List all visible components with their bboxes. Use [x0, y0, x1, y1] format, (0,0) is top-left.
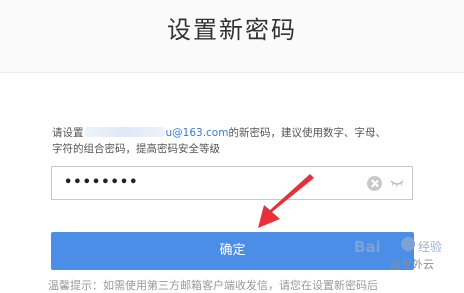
- watermark-logo-text: Bai: [354, 238, 381, 256]
- desc-line2: 字符的组合密码，提高密码安全等级: [52, 143, 220, 155]
- blurred-email-username: [84, 127, 165, 137]
- eye-closed-icon[interactable]: [390, 180, 404, 187]
- red-arrow-annotation: [258, 174, 314, 228]
- email-domain: u@163.com: [165, 127, 229, 139]
- password-value[interactable]: ••••••••: [64, 175, 138, 190]
- password-instructions: 请设置 u@163.com的新密码，建议使用数字、字母、 字符的组合密码，提高密码…: [52, 125, 432, 157]
- watermark-site: 经验: [418, 240, 443, 254]
- watermark-author: @世外云: [390, 258, 434, 271]
- page-header: 设置新密码: [0, 0, 464, 73]
- tip-text: 温馨提示：如需使用第三方邮箱客户端收发信，请您在设置新密码后: [48, 279, 378, 292]
- desc-suffix: 的新密码，建议使用数字、字母、: [228, 127, 386, 139]
- baidu-jingyan-watermark: Bai 经验 @世外云: [354, 237, 458, 278]
- baidu-paw-icon: [401, 237, 415, 251]
- page-title: 设置新密码: [167, 16, 297, 44]
- new-password-input[interactable]: ••••••••: [51, 166, 413, 200]
- desc-prefix: 请设置: [52, 127, 84, 139]
- clear-icon[interactable]: [367, 176, 382, 191]
